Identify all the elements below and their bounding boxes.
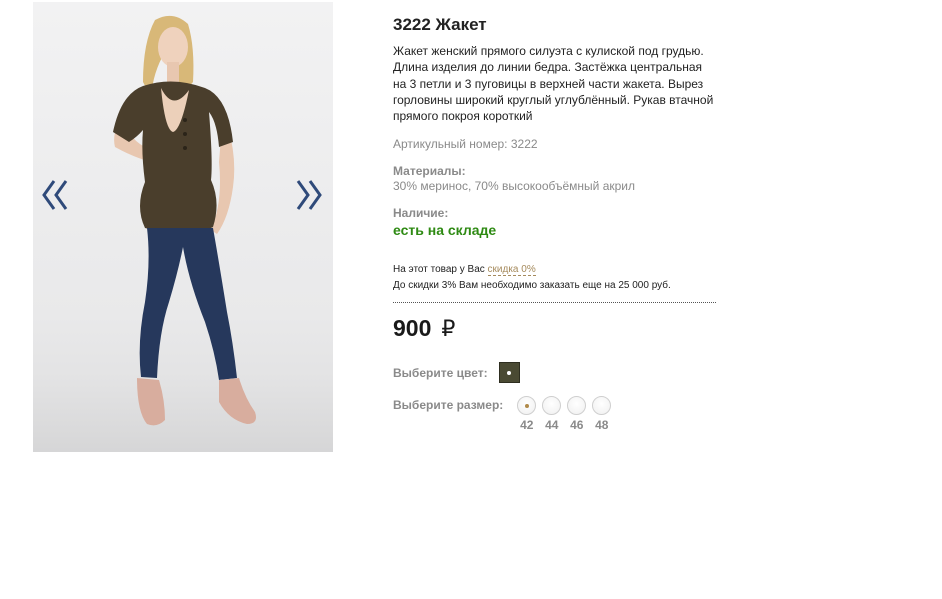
product-description: Жакет женский прямого силуэта с кулиской…	[393, 44, 714, 124]
color-label: Выберите цвет:	[393, 365, 488, 380]
radio-selected-dot-icon	[524, 403, 529, 408]
price-value: 900	[393, 315, 432, 341]
size-value: 42	[520, 418, 534, 432]
next-photo-button[interactable]	[294, 178, 324, 212]
discount-info: На этот товар у Вас скидка 0% До скидки …	[393, 262, 723, 294]
discount-line-1: На этот товар у Вас скидка 0%	[393, 262, 723, 278]
materials-value: 30% меринос, 70% высокообъёмный акрил	[393, 179, 636, 193]
product-photo	[33, 2, 333, 452]
discount-line-2: До скидки 3% Вам необходимо заказать еще…	[393, 280, 671, 291]
radio-button[interactable]	[567, 396, 587, 415]
double-chevron-left-icon	[42, 180, 68, 210]
divider	[393, 302, 716, 303]
product-sku: Артикульный номер: 3222	[393, 137, 538, 151]
discount-line-1-text: На этот товар у Вас	[393, 264, 488, 275]
selected-dot-icon	[507, 370, 512, 375]
materials-label: Материалы:	[393, 164, 466, 178]
size-value: 46	[570, 418, 584, 432]
size-option-42[interactable]: 42	[514, 396, 539, 432]
product-title: 3222 Жакет	[393, 15, 487, 34]
radio-button[interactable]	[542, 396, 562, 415]
double-chevron-right-icon	[296, 180, 322, 210]
color-swatch-selected[interactable]	[498, 362, 520, 383]
materials-block: Материалы: 30% меринос, 70% высокообъёмн…	[393, 164, 723, 193]
ruble-currency-icon: ₽	[441, 316, 456, 341]
size-value: 48	[595, 418, 609, 432]
price: 900 ₽	[393, 315, 723, 342]
size-label: Выберите размер:	[393, 398, 504, 412]
radio-button[interactable]	[517, 396, 537, 415]
size-option-46[interactable]: 46	[564, 396, 589, 432]
color-selector: Выберите цвет:	[393, 362, 723, 383]
product-info: 3222 Жакет Жакет женский прямого силуэта…	[393, 14, 723, 432]
size-value: 44	[545, 418, 559, 432]
previous-photo-button[interactable]	[40, 178, 70, 212]
model-illustration	[113, 15, 256, 426]
size-option-48[interactable]: 48	[589, 396, 614, 432]
size-selector: Выберите размер: 42 44 46 48	[393, 396, 723, 432]
size-option-44[interactable]: 44	[539, 396, 564, 432]
size-options: 42 44 46 48	[514, 396, 614, 432]
availability-label: Наличие:	[393, 206, 449, 220]
availability-value: есть на складе	[393, 222, 497, 238]
radio-button[interactable]	[592, 396, 612, 415]
availability-block: Наличие: есть на складе	[393, 206, 723, 238]
discount-link[interactable]: скидка 0%	[487, 264, 536, 276]
